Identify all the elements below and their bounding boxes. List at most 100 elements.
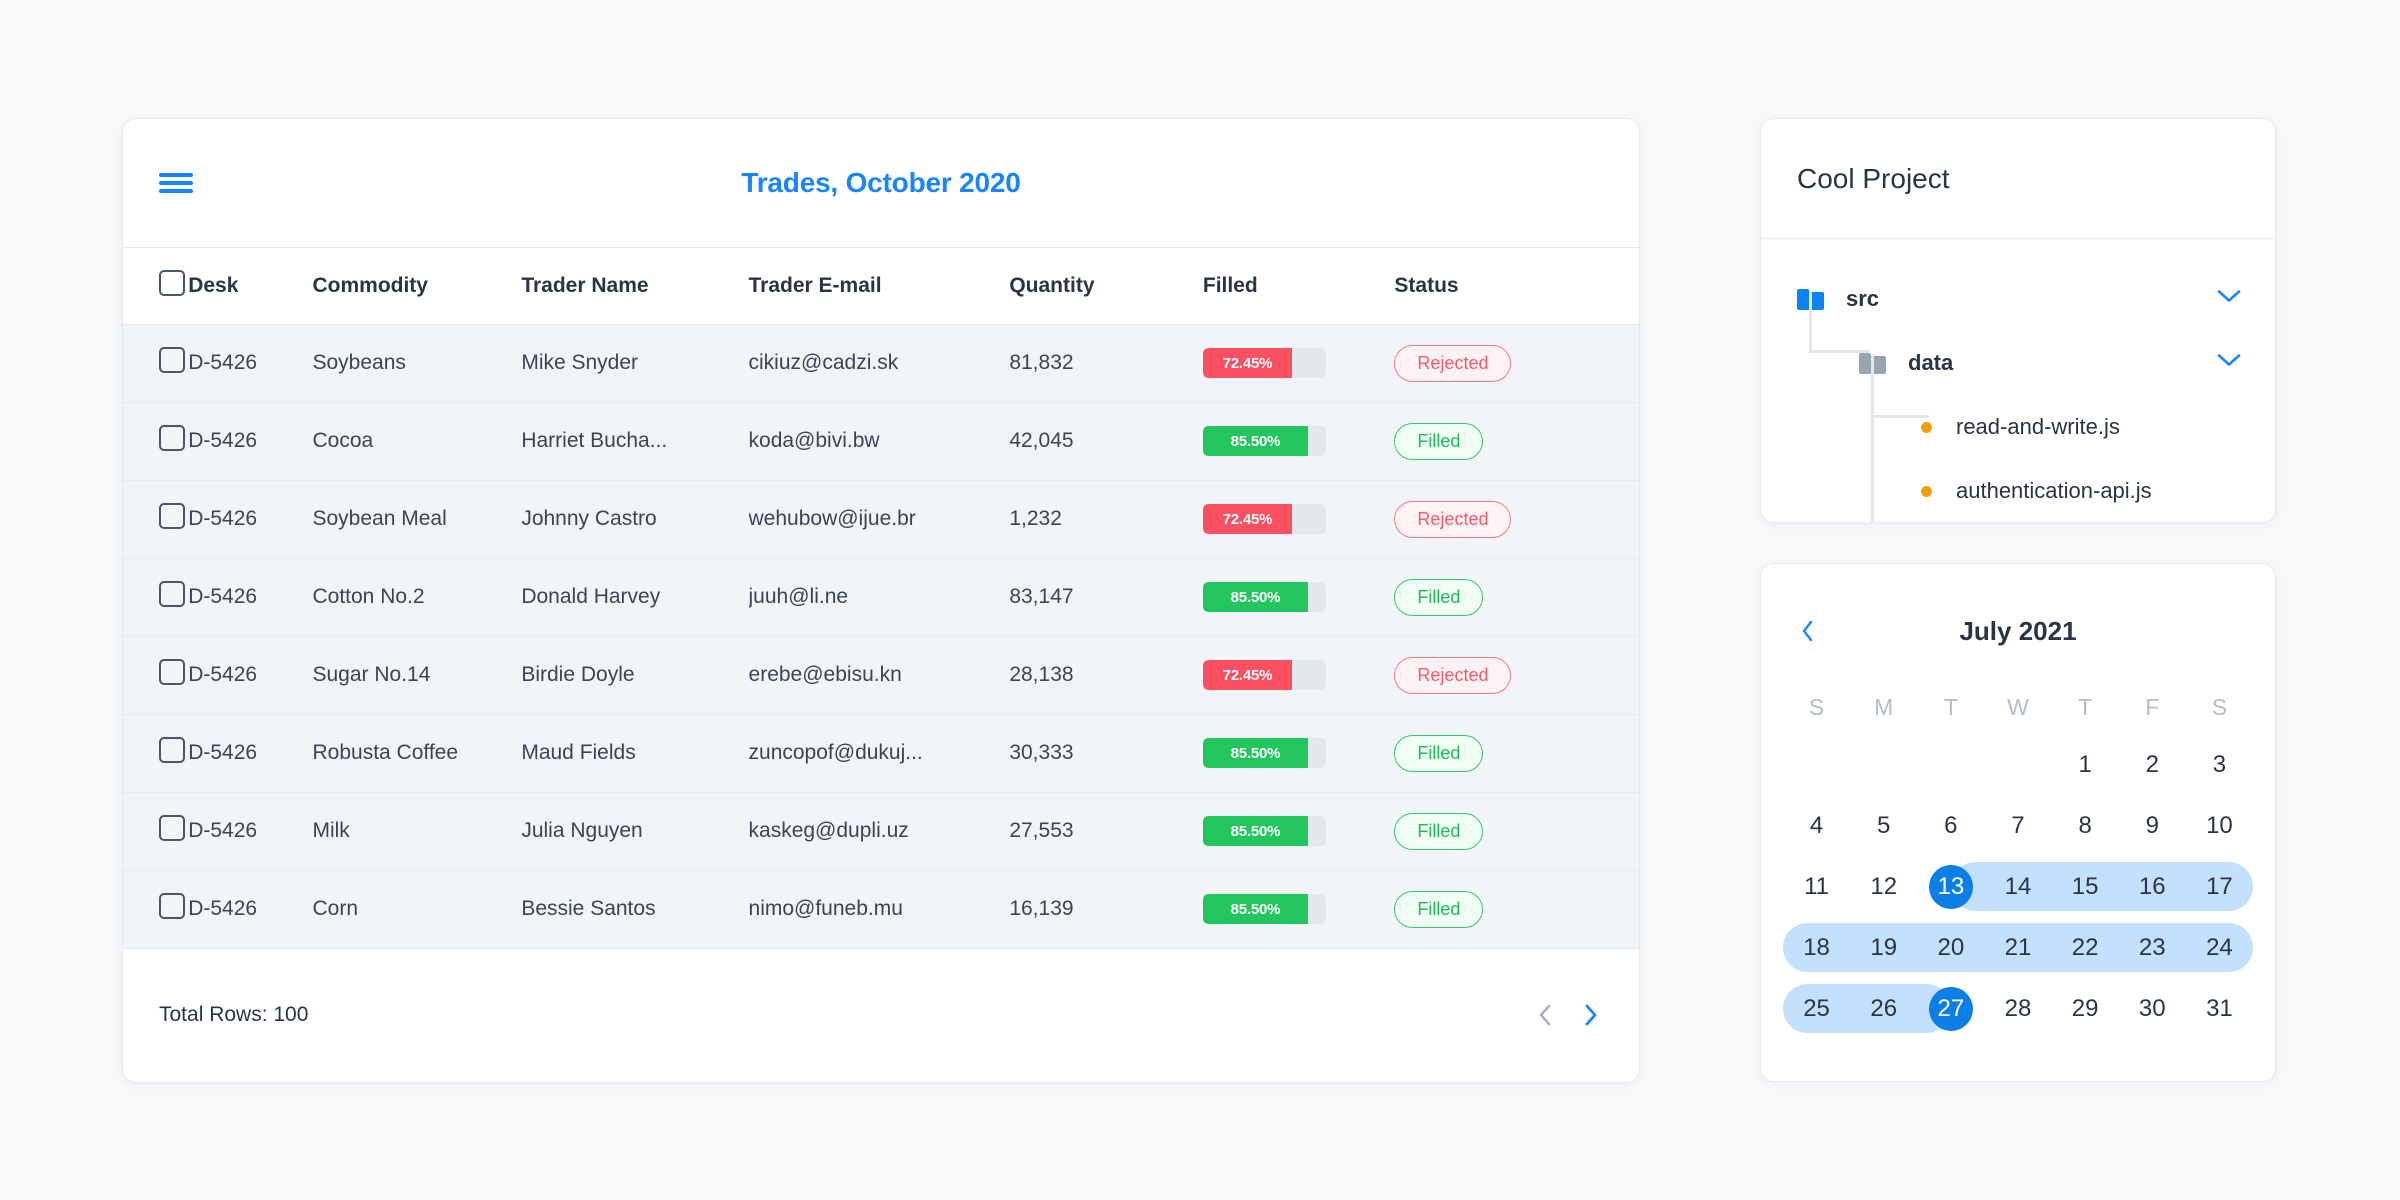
- status-badge[interactable]: Rejected: [1394, 656, 1512, 694]
- cell-trader-email: wehubow@ijue.br: [748, 479, 1010, 558]
- calendar-day-cell[interactable]: 7: [1984, 795, 2051, 856]
- commodity-value: Soybeans: [312, 351, 406, 374]
- table-row[interactable]: D-5426 Cotton No.2 Donald Harvey juuh@li.ne…: [123, 557, 1639, 636]
- cell-status: Filled: [1394, 791, 1639, 870]
- table-row[interactable]: D-5426 Sugar No.14 Birdie Doyle erebe@ebisu…: [123, 635, 1639, 714]
- tree-expand-toggle[interactable]: [2217, 354, 2241, 373]
- calendar-day-cell[interactable]: 23: [2118, 917, 2186, 978]
- filled-progress-bar[interactable]: 85.50%: [1202, 582, 1326, 612]
- status-badge[interactable]: Filled: [1394, 734, 1484, 772]
- header-trader-email[interactable]: Trader E-mail: [748, 248, 1010, 324]
- calendar-day-cell[interactable]: 30: [2119, 978, 2186, 1039]
- row-checkbox[interactable]: [159, 503, 185, 529]
- calendar-day-cell[interactable]: 16: [2118, 856, 2186, 917]
- calendar-grid: S M T W T F S 1 2 3 4 5 6 7 8 9 10 11 12 13 14 15 16 17 18 19 20 21…: [1783, 680, 2253, 1039]
- calendar-day-cell[interactable]: 28: [1984, 978, 2051, 1039]
- calendar-day-cell[interactable]: 20: [1917, 917, 1985, 978]
- status-badge[interactable]: Filled: [1394, 890, 1484, 928]
- header-trader-name[interactable]: Trader Name: [521, 248, 749, 324]
- calendar-prev-month-button[interactable]: [1795, 618, 1821, 644]
- status-badge[interactable]: Rejected: [1394, 500, 1512, 538]
- calendar-day-cell[interactable]: 21: [1984, 917, 2052, 978]
- tree-file-row[interactable]: read-and-write.js: [1761, 395, 2275, 459]
- header-quantity[interactable]: Quantity: [1009, 248, 1203, 324]
- quantity-value: 30,333: [1009, 741, 1074, 764]
- calendar-day-cell[interactable]: 14: [1984, 856, 2052, 917]
- header-commodity[interactable]: Commodity: [312, 248, 522, 324]
- status-badge[interactable]: Filled: [1394, 422, 1484, 460]
- calendar-day-number: 2: [2145, 750, 2159, 778]
- header-filled[interactable]: Filled: [1202, 248, 1395, 324]
- status-badge[interactable]: Filled: [1394, 578, 1484, 616]
- commodity-value: Robusta Coffee: [312, 741, 459, 764]
- table-row[interactable]: D-5426 Robusta Coffee Maud Fields zuncopof@…: [123, 713, 1639, 792]
- table-row[interactable]: D-5426 Corn Bessie Santos nimo@funeb.mu 16,1…: [123, 869, 1639, 949]
- status-badge[interactable]: Rejected: [1394, 344, 1512, 382]
- calendar-day-cell[interactable]: 19: [1850, 917, 1918, 978]
- table-row[interactable]: D-5426 Soybeans Mike Snyder cikiuz@cadzi.sk…: [123, 323, 1639, 402]
- calendar-day-cell[interactable]: 25: [1783, 978, 1851, 1039]
- filled-percent-label: 72.45%: [1222, 510, 1273, 528]
- filled-progress-bar[interactable]: 72.45%: [1202, 660, 1326, 690]
- row-checkbox[interactable]: [159, 893, 185, 919]
- row-checkbox[interactable]: [159, 581, 185, 607]
- pagination-prev-button[interactable]: [1533, 999, 1557, 1031]
- row-checkbox[interactable]: [159, 659, 185, 685]
- cell-commodity: Corn: [312, 869, 522, 949]
- select-all-checkbox[interactable]: [159, 269, 185, 296]
- calendar-day-cell[interactable]: 6: [1917, 795, 1984, 856]
- table-header-row: Desk Commodity Trader Name Trader E-mail…: [123, 248, 1639, 324]
- filled-progress-bar[interactable]: 85.50%: [1202, 738, 1326, 768]
- calendar-day-cell[interactable]: 13: [1917, 856, 1985, 917]
- row-checkbox[interactable]: [159, 347, 185, 373]
- calendar-day-cell[interactable]: 31: [2186, 978, 2253, 1039]
- calendar-day-cell[interactable]: 5: [1850, 795, 1917, 856]
- calendar-day-cell[interactable]: 1: [2052, 734, 2119, 795]
- calendar-day-cell[interactable]: 22: [2051, 917, 2119, 978]
- cell-desk: D-5426: [188, 869, 313, 949]
- filled-progress-bar[interactable]: 85.50%: [1202, 426, 1326, 456]
- calendar-day-number: 6: [1944, 811, 1958, 839]
- filled-percent-label: 85.50%: [1230, 588, 1281, 606]
- calendar-day-cell[interactable]: 2: [2119, 734, 2186, 795]
- table-row[interactable]: D-5426 Milk Julia Nguyen kaskeg@dupli.uz 27,…: [123, 791, 1639, 870]
- calendar-day-cell[interactable]: 9: [2119, 795, 2186, 856]
- calendar-day-cell[interactable]: 11: [1783, 856, 1850, 917]
- filled-progress-bar[interactable]: 72.45%: [1202, 348, 1326, 378]
- calendar-day-cell[interactable]: 26: [1850, 978, 1918, 1039]
- cell-commodity: Soybean Meal: [312, 479, 522, 558]
- filled-progress-bar[interactable]: 85.50%: [1202, 894, 1326, 924]
- header-status[interactable]: Status: [1394, 248, 1639, 324]
- tree-file-row[interactable]: authentication-api.js: [1761, 459, 2275, 522]
- filled-progress-bar[interactable]: 72.45%: [1202, 504, 1326, 534]
- pagination-next-button[interactable]: [1579, 999, 1603, 1031]
- row-checkbox[interactable]: [159, 815, 185, 841]
- commodity-value: Cotton No.2: [312, 585, 425, 608]
- calendar-day-cell[interactable]: 8: [2052, 795, 2119, 856]
- calendar-day-number: 15: [2071, 872, 2099, 900]
- table-row[interactable]: D-5426 Soybean Meal Johnny Castro wehubow@i…: [123, 479, 1639, 558]
- calendar-day-cell[interactable]: 12: [1850, 856, 1917, 917]
- calendar-day-cell[interactable]: 10: [2186, 795, 2253, 856]
- header-desk[interactable]: Desk: [188, 248, 313, 324]
- calendar-day-cell[interactable]: 29: [2052, 978, 2119, 1039]
- tree-folder-row[interactable]: data: [1761, 331, 2275, 395]
- calendar-day-cell[interactable]: 18: [1783, 917, 1851, 978]
- status-badge[interactable]: Filled: [1394, 812, 1484, 850]
- table-row[interactable]: D-5426 Cocoa Harriet Bucha... koda@bivi.bw 4…: [123, 401, 1639, 480]
- tree-folder-row[interactable]: src: [1761, 267, 2275, 331]
- calendar-day-cell[interactable]: 27: [1917, 978, 1984, 1039]
- calendar-empty-cell: [1850, 734, 1917, 795]
- calendar-day-cell[interactable]: 17: [2185, 856, 2253, 917]
- row-checkbox[interactable]: [159, 737, 185, 763]
- calendar-day-cell[interactable]: 4: [1783, 795, 1850, 856]
- calendar-day-cell[interactable]: 3: [2186, 734, 2253, 795]
- tree-expand-toggle[interactable]: [2217, 290, 2241, 309]
- chevron-down-icon: [2217, 354, 2241, 366]
- calendar-weekday-6: S: [2211, 693, 2228, 720]
- hamburger-menu-icon[interactable]: [159, 170, 193, 196]
- calendar-day-cell[interactable]: 15: [2051, 856, 2119, 917]
- calendar-day-cell[interactable]: 24: [2185, 917, 2253, 978]
- filled-progress-bar[interactable]: 85.50%: [1202, 816, 1326, 846]
- row-checkbox[interactable]: [159, 425, 185, 451]
